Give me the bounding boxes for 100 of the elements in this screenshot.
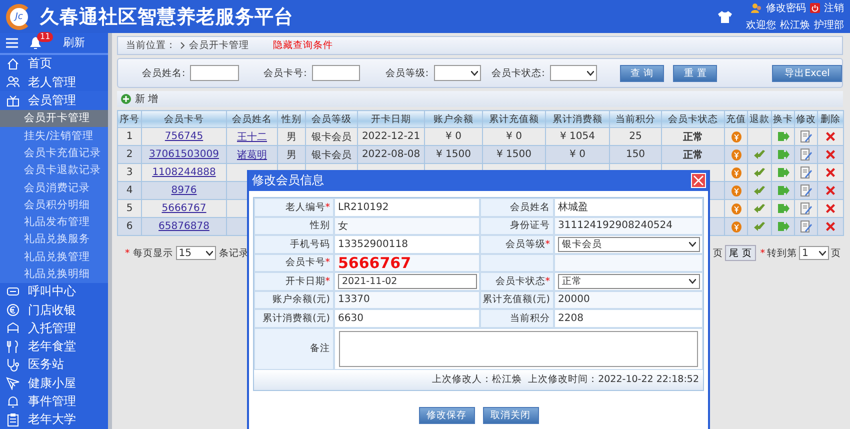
table-cell: 2 — [126, 149, 133, 160]
sidebar-item[interactable]: 呼叫中心 — [0, 282, 108, 301]
field-label: 开卡日期* — [285, 274, 330, 288]
dialog-title: 修改会员信息 — [252, 172, 324, 189]
per-page-select[interactable]: 15 — [176, 246, 216, 260]
exit-arrow-icon — [776, 149, 790, 160]
sidebar-item[interactable]: 入托管理 — [0, 319, 108, 338]
select-field[interactable]: 正常 — [558, 274, 700, 289]
field-label: 会员等级* — [505, 238, 550, 251]
submenu-item[interactable]: 礼品兑换管理 — [0, 248, 108, 266]
field-value: 女 — [338, 220, 348, 233]
shirt-icon — [718, 10, 732, 22]
submenu-item[interactable]: 礼品发布管理 — [0, 213, 108, 231]
submenu-item[interactable]: 会员消费记录 — [0, 178, 108, 196]
column-header: 累计充值额 — [482, 110, 546, 128]
field-label: 累计消费额(元) — [262, 312, 330, 325]
breadcrumb-label: 当前位置： — [126, 39, 176, 52]
table-cell: 男 — [286, 132, 296, 142]
column-header: 会员姓名 — [226, 110, 278, 128]
edit-icon — [800, 166, 812, 179]
field-value: 林城盈 — [558, 200, 588, 214]
sidebar-item[interactable]: 老人管理 — [0, 73, 108, 92]
page-link[interactable]: 页 — [713, 246, 724, 260]
column-header: 会员等级 — [306, 110, 358, 128]
column-header: 序号 — [118, 110, 142, 128]
exit-arrow-icon — [776, 167, 790, 178]
select-field[interactable]: 银卡会员 — [558, 236, 700, 252]
remarks-field[interactable] — [339, 330, 698, 366]
hide-filters-link[interactable]: 隐藏查询条件 — [273, 39, 333, 52]
refresh-button[interactable]: 刷新 — [63, 35, 85, 50]
last-page-button[interactable]: 尾 页 — [725, 245, 756, 261]
bell-icon — [6, 394, 20, 409]
sidebar-item[interactable]: 医务站 — [0, 356, 108, 374]
user-name: 松江焕 — [780, 18, 810, 32]
menu-icon — [6, 38, 18, 48]
stethoscope-icon — [6, 358, 20, 372]
card-number-link[interactable]: 8976 — [171, 185, 197, 196]
sidebar-item[interactable]: 老年食堂 — [0, 338, 108, 356]
logout-link[interactable]: 注销 — [824, 1, 844, 15]
add-button[interactable]: 新 增 — [135, 92, 158, 106]
date-field[interactable]: 2021-11-02 — [338, 274, 477, 289]
coin-icon — [730, 130, 742, 142]
column-header: 退款 — [748, 110, 772, 128]
submenu-item[interactable]: 挂失/注销管理 — [0, 126, 108, 144]
input-field[interactable] — [312, 65, 360, 81]
table-cell: 正常 — [683, 132, 703, 142]
field-value: 6630 — [338, 312, 364, 324]
page-select[interactable]: 1 — [799, 246, 829, 260]
submenu-item[interactable]: 会员积分明细 — [0, 196, 108, 214]
submenu-item[interactable]: 会员开卡管理 — [0, 110, 108, 127]
exit-arrow-icon — [776, 203, 790, 214]
cancel-button[interactable]: 取消关闭 — [482, 406, 538, 424]
table-cell: 2022-12-21 — [362, 131, 420, 142]
export-button[interactable]: 导出Excel — [772, 64, 842, 82]
sidebar-item[interactable]: 老年大学 — [0, 410, 108, 429]
caret-icon — [689, 278, 696, 284]
save-button[interactable]: 修改保存 — [418, 406, 474, 424]
table-cell: ¥ 0 — [446, 131, 462, 142]
caret-icon — [470, 70, 478, 76]
home-icon — [6, 56, 20, 71]
column-header: 修改 — [794, 110, 818, 128]
required-mark: * — [125, 248, 130, 258]
sidebar-item[interactable]: 会员管理 — [0, 91, 108, 110]
select-field[interactable] — [550, 65, 597, 81]
input-field[interactable] — [190, 65, 239, 81]
field-label: 备注 — [310, 342, 330, 355]
table-cell: 1 — [126, 131, 133, 142]
sidebar-item[interactable]: 健康小屋 — [0, 374, 108, 392]
column-header: 删除 — [818, 110, 844, 128]
power-icon — [810, 3, 820, 13]
delete-icon — [825, 203, 836, 214]
return-arrow-icon — [753, 204, 766, 214]
sidebar-item[interactable]: 门店收银 — [0, 300, 108, 320]
close-button[interactable] — [691, 173, 706, 188]
field-label: 身份证号 — [510, 219, 550, 232]
submenu-item[interactable]: 礼品兑换明细 — [0, 265, 108, 283]
sidebar-item[interactable]: 首页 — [0, 54, 108, 74]
table-cell: ¥ 1500 — [436, 149, 471, 160]
bell-icon — [30, 36, 41, 49]
select-field[interactable] — [434, 65, 481, 81]
table-cell: 银卡会员 — [312, 132, 352, 142]
reset-button[interactable]: 重 置 — [673, 64, 718, 82]
field-value: 13370 — [338, 294, 370, 306]
return-arrow-icon — [753, 168, 766, 178]
field-label: 累计充值额(元) — [482, 293, 550, 306]
submenu-item[interactable]: 会员卡退款记录 — [0, 162, 108, 179]
caret-icon — [206, 250, 213, 256]
table-cell: 3 — [126, 167, 133, 178]
table-cell: 2022-08-08 — [362, 149, 420, 160]
last-editor-text: 上次修改人：松江焕 — [432, 373, 522, 386]
edit-icon — [800, 130, 812, 143]
sidebar-item[interactable]: 事件管理 — [0, 392, 108, 411]
field-value: 2208 — [558, 312, 584, 324]
submenu-item[interactable]: 会员卡充值记录 — [0, 144, 108, 162]
field-value: LR210192 — [338, 202, 389, 213]
submenu-item[interactable]: 礼品兑换服务 — [0, 230, 108, 248]
table-cell: 男 — [286, 150, 296, 160]
search-button[interactable]: 查 询 — [620, 64, 664, 82]
field-label: 账户余额(元) — [272, 293, 330, 306]
change-password-link[interactable]: 修改密码 — [766, 1, 806, 15]
